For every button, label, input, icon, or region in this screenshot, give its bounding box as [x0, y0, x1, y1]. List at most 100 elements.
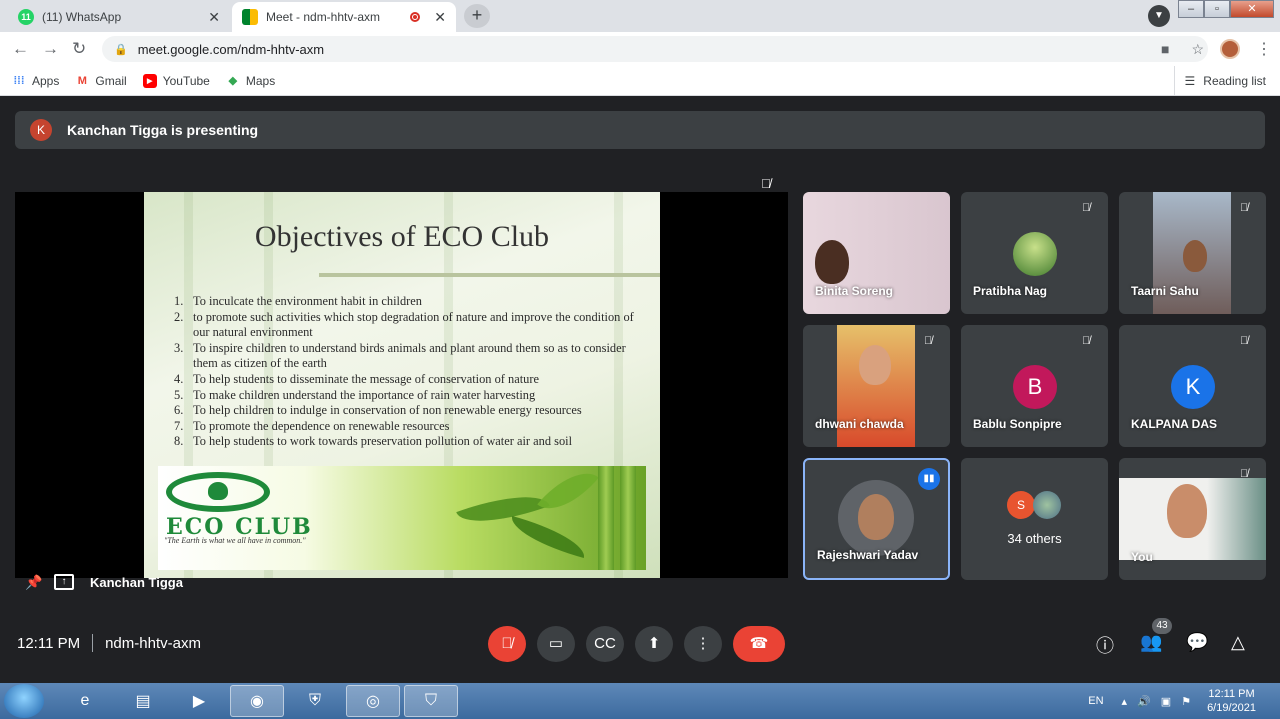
- people-icon[interactable]: 👥: [1140, 632, 1162, 653]
- present-now-button[interactable]: ⬆: [635, 626, 673, 662]
- list-item: 4. To help students to disseminate the me…: [174, 371, 539, 386]
- mic-off-icon: 🎙̸: [1240, 202, 1249, 214]
- slide-divider: [319, 273, 660, 277]
- tab-meet[interactable]: Meet - ndm-hhtv-axm ✕: [232, 2, 456, 32]
- camera-button[interactable]: ▭: [537, 626, 575, 662]
- url-text: meet.google.com/ndm-hhtv-axm: [137, 41, 325, 57]
- windows-start-icon[interactable]: [4, 684, 44, 718]
- mic-off-icon: 🎙̸: [1240, 335, 1249, 347]
- reading-list-icon: ☰: [1184, 74, 1196, 88]
- chevron-up-icon[interactable]: ▴: [1122, 695, 1128, 708]
- self-tile[interactable]: 🎙̸ You: [1119, 458, 1266, 580]
- avatar: [1033, 491, 1061, 519]
- maps-icon: ◆: [228, 75, 238, 87]
- avatar: [1013, 232, 1057, 276]
- avatar: K: [1171, 365, 1215, 409]
- bookmark-apps[interactable]: ⁞⁞⁞ Apps: [12, 74, 60, 88]
- mic-off-icon: 🎙̸: [924, 335, 933, 347]
- list-item: 8. To help students to work towards prese…: [174, 434, 573, 449]
- reload-icon[interactable]: ↻: [72, 39, 86, 59]
- bookmark-gmail[interactable]: M Gmail: [75, 74, 127, 88]
- flag-icon[interactable]: ⚑: [1181, 695, 1191, 708]
- list-item: 6. To help children to indulge in conserv…: [174, 403, 582, 418]
- chat-icon[interactable]: 💬: [1186, 632, 1208, 653]
- list-item: 1. To inculcate the environment habit in …: [174, 294, 422, 308]
- system-tray: EN ▴ 🔊 ▣ ⚑ 12:11 PM 6/19/2021: [1088, 683, 1280, 719]
- reading-list-button[interactable]: ☰ Reading list: [1173, 66, 1266, 96]
- info-icon[interactable]: ⓘ: [1096, 632, 1114, 658]
- window-controls: – ▫ ✕: [1178, 0, 1274, 18]
- list-item: 2. to promote such activities which stop …: [174, 309, 634, 340]
- mic-off-icon: 🎙̸: [1082, 335, 1091, 347]
- address-bar[interactable]: 🔒 meet.google.com/ndm-hhtv-axm ■ ☆: [102, 36, 1208, 62]
- participant-tile[interactable]: ▮▮ Rajeshwari Yadav: [803, 458, 950, 580]
- participant-tile[interactable]: 🎙̸ K KALPANA DAS: [1119, 325, 1266, 447]
- leave-call-button[interactable]: ☎: [733, 626, 785, 662]
- list-item: 5. To make children understand the import…: [174, 387, 536, 402]
- more-vert-icon[interactable]: ⋮: [1256, 39, 1272, 59]
- volume-icon[interactable]: 🔊: [1137, 695, 1151, 708]
- browser-tab-strip: 11 (11) WhatsApp ✕ Meet - ndm-hhtv-axm ✕…: [0, 0, 1280, 32]
- presenting-text: Kanchan Tigga is presenting: [67, 122, 259, 138]
- list-item: 7. To promote the dependence on renewable…: [174, 418, 450, 433]
- back-arrow-icon[interactable]: ←: [12, 39, 29, 59]
- others-tile[interactable]: S 34 others: [961, 458, 1108, 580]
- whatsapp-icon: 11: [18, 9, 34, 25]
- captions-button[interactable]: CC: [586, 626, 624, 662]
- activities-icon[interactable]: △: [1231, 632, 1245, 653]
- gmail-icon: M: [77, 74, 87, 87]
- avatar: S: [1007, 491, 1035, 519]
- close-window-button[interactable]: ✕: [1230, 0, 1274, 18]
- participant-tile[interactable]: 🎙̸ Pratibha Nag: [961, 192, 1108, 314]
- list-item: 3. To inspire children to understand bird…: [174, 340, 626, 371]
- speaking-indicator-icon: ▮▮: [918, 468, 940, 490]
- recording-icon: [410, 12, 421, 22]
- windows-taskbar: e ▤ ▶ ◉ ⛨ ◎ ⛉ EN ▴ 🔊 ▣ ⚑ 12:11 PM 6/19/2…: [0, 683, 1280, 719]
- mic-off-button[interactable]: 🎙̸: [488, 626, 526, 662]
- security-shield-icon[interactable]: ⛉: [404, 685, 458, 717]
- firefox-icon[interactable]: ◉: [230, 685, 284, 717]
- language-indicator[interactable]: EN: [1088, 695, 1103, 707]
- new-tab-button[interactable]: +: [464, 4, 490, 28]
- apps-grid-icon: ⁞⁞⁞: [13, 74, 25, 87]
- bookmark-maps[interactable]: ◆ Maps: [226, 74, 276, 88]
- camera-icon[interactable]: ■: [1161, 41, 1169, 57]
- slide-title: Objectives of ECO Club: [254, 220, 550, 253]
- defender-shield-icon[interactable]: ⛨: [288, 685, 342, 717]
- taskbar-clock[interactable]: 12:11 PM 6/19/2021: [1207, 687, 1256, 715]
- profile-avatar[interactable]: [1220, 39, 1240, 59]
- presenter-label-row: 📌 ↑ Kanchan Tigga: [25, 574, 183, 590]
- bookmark-youtube[interactable]: ▶ YouTube: [142, 73, 210, 88]
- close-icon[interactable]: ✕: [434, 9, 446, 26]
- tab-title: Meet - ndm-hhtv-axm: [266, 10, 381, 24]
- more-options-button[interactable]: ⋮: [684, 626, 722, 662]
- participant-tile[interactable]: Binita Soreng: [803, 192, 950, 314]
- pin-icon[interactable]: 📌: [25, 574, 42, 590]
- participant-tile[interactable]: 🎙̸ dhwani chawda: [803, 325, 950, 447]
- eco-club-banner: ECO CLUB "The Earth is what we all have …: [158, 466, 646, 570]
- participant-tile[interactable]: 🎙̸ B Bablu Sonpipre: [961, 325, 1108, 447]
- presentation-slide: Objectives of ECO Club 1. To inculcate th…: [144, 192, 660, 578]
- network-icon[interactable]: ▣: [1161, 695, 1171, 708]
- meeting-code: ndm-hhtv-axm: [105, 634, 201, 652]
- meet-icon: [242, 9, 258, 25]
- objectives-list: 1. To inculcate the environment habit in …: [174, 294, 652, 450]
- internet-explorer-icon[interactable]: e: [58, 685, 112, 717]
- lock-icon: 🔒: [114, 43, 128, 56]
- file-explorer-icon[interactable]: ▤: [116, 685, 170, 717]
- minimize-button[interactable]: –: [1178, 0, 1204, 18]
- tab-search-icon[interactable]: ▼: [1148, 5, 1170, 27]
- close-icon[interactable]: ✕: [208, 9, 220, 26]
- mic-off-icon: 🎙̸: [761, 176, 771, 191]
- participant-tile[interactable]: 🎙̸ Taarni Sahu: [1119, 192, 1266, 314]
- tab-whatsapp[interactable]: 11 (11) WhatsApp ✕: [8, 2, 230, 32]
- avatar: B: [1013, 365, 1057, 409]
- present-screen-icon[interactable]: ↑: [54, 574, 74, 590]
- maximize-button[interactable]: ▫: [1204, 0, 1230, 18]
- youtube-icon: ▶: [142, 73, 157, 88]
- presenter-avatar: K: [30, 119, 52, 141]
- chrome-icon[interactable]: ◎: [346, 685, 400, 717]
- star-icon[interactable]: ☆: [1191, 41, 1204, 58]
- forward-arrow-icon[interactable]: →: [42, 39, 59, 59]
- media-player-icon[interactable]: ▶: [172, 685, 226, 717]
